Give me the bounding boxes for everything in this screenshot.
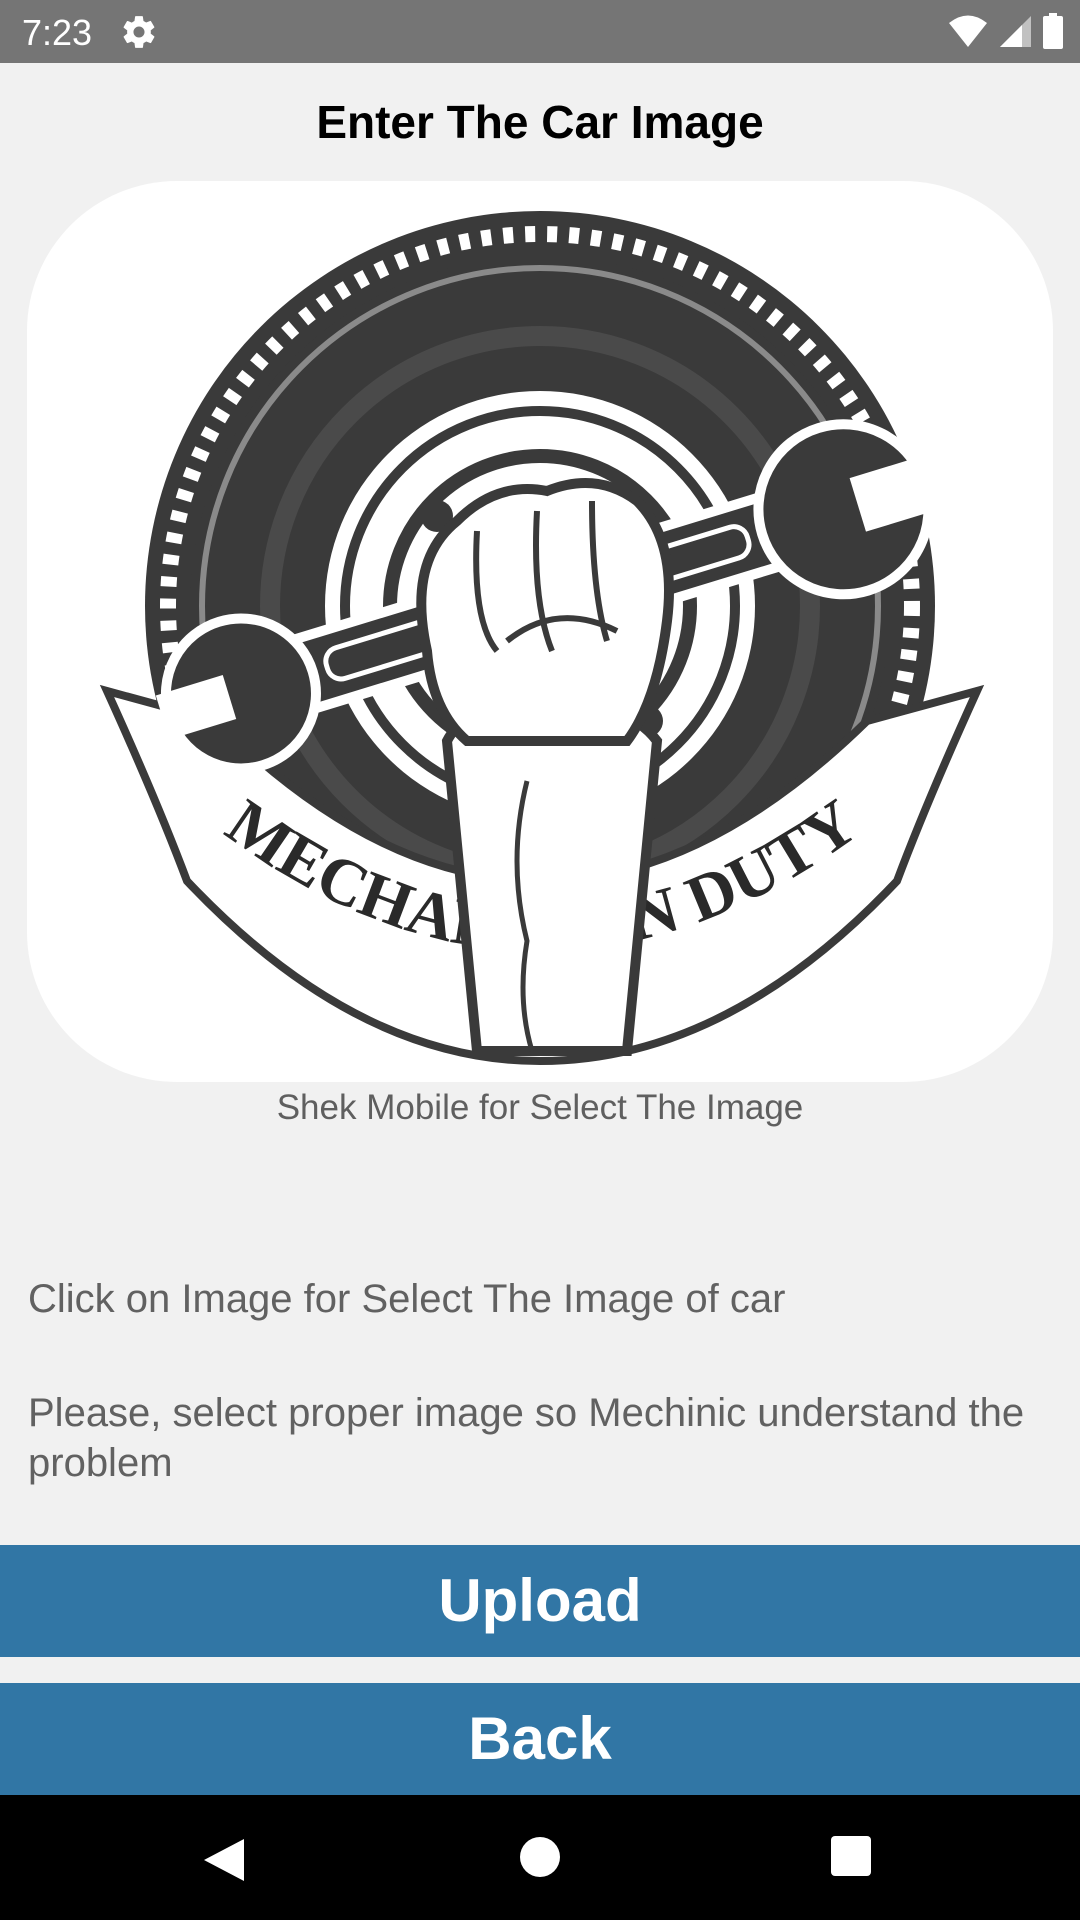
mechanic-logo-image: MECHANIC ON DUTY — [99, 211, 985, 1066]
page-title: Enter The Car Image — [316, 96, 764, 148]
image-caption: Shek Mobile for Select The Image — [276, 1088, 804, 1127]
recents-square-icon[interactable] — [830, 1835, 872, 1877]
battery-icon — [1043, 13, 1063, 49]
back-button[interactable]: Back — [0, 1683, 1080, 1795]
car-image-picker[interactable]: MECHANIC ON DUTY — [27, 181, 1053, 1082]
hint-select-image: Click on Image for Select The Image of c… — [28, 1277, 786, 1321]
status-time: 7:23 — [22, 12, 93, 53]
cell-signal-icon — [1000, 16, 1031, 47]
wifi-icon — [949, 15, 987, 47]
upload-button[interactable]: Upload — [0, 1545, 1080, 1657]
navigation-bar — [0, 1795, 1080, 1920]
settings-gear-icon — [123, 16, 155, 48]
status-bar: 7:23 — [0, 0, 1080, 63]
status-icons — [948, 12, 1064, 50]
hint-proper-image: Please, select proper image so Mechinic … — [28, 1391, 1025, 1485]
back-triangle-icon[interactable] — [200, 1835, 250, 1885]
home-circle-icon[interactable] — [518, 1835, 562, 1879]
